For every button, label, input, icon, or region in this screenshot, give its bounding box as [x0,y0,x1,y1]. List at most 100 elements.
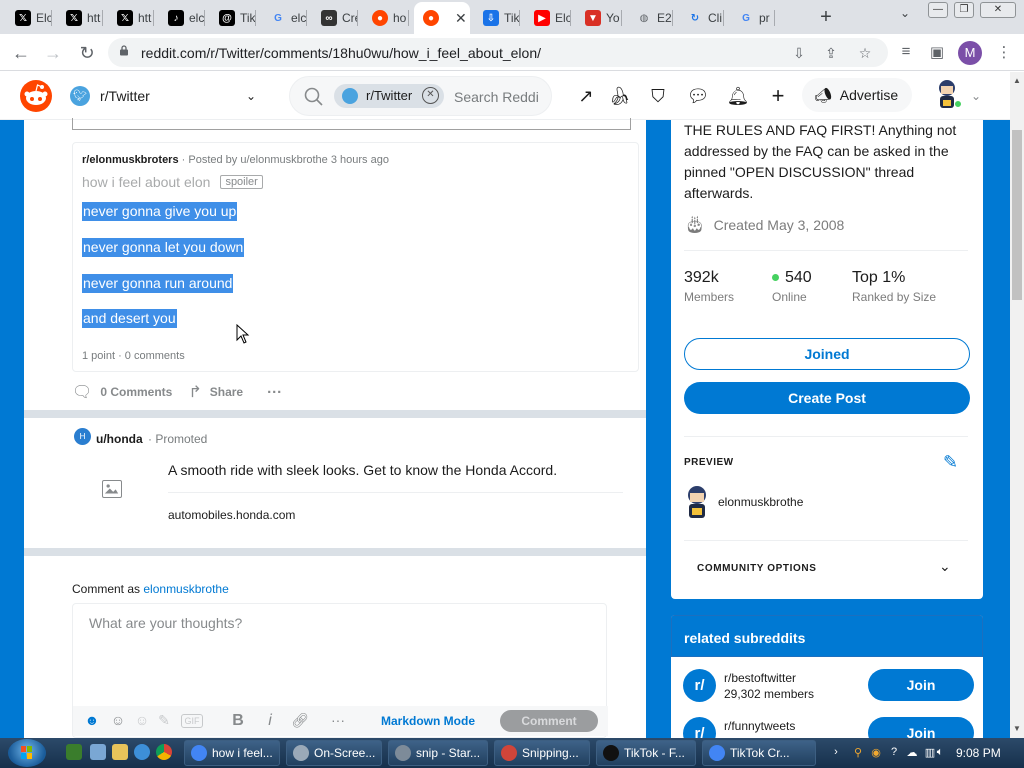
update-icon[interactable]: ◉ [870,746,882,760]
browser-tab[interactable]: ● ho [363,4,409,32]
scrollbar-thumb[interactable] [1012,130,1022,300]
new-tab-button[interactable]: + [816,6,836,28]
taskbar-button[interactable]: TikTok Cr... [702,740,816,766]
chevron-down-icon[interactable]: ⌄ [939,558,951,575]
moderation-shield-icon[interactable]: ⛉ [646,84,670,108]
browser-tab[interactable]: 𝕏htt [57,4,103,32]
create-post-plus-icon[interactable]: + [766,84,790,108]
reddit-search[interactable]: r/Twitter ✕ Search Reddit [289,76,552,116]
italic-icon[interactable]: i [261,712,279,730]
post-subreddit[interactable]: r/elonmuskbroters [82,154,179,166]
joined-button[interactable]: Joined [684,338,970,370]
help-icon[interactable]: ? [888,746,900,760]
taskbar-button[interactable]: how i feel... [184,740,280,766]
more-formatting-icon[interactable]: ··· [329,712,347,730]
preview-username[interactable]: elonmuskbrothe [718,495,803,509]
close-icon[interactable]: ✕ [422,87,439,104]
reload-button[interactable]: ↻ [76,42,98,64]
embedded-post[interactable]: r/elonmuskbroters · Posted by u/elonmusk… [72,142,639,372]
browser-tab[interactable]: ● ✕ [414,2,470,34]
ad-headline[interactable]: A smooth ride with sleek looks. Get to k… [168,462,557,478]
link-icon[interactable]: 🔗︎ [291,712,309,730]
chevron-down-icon[interactable]: ⌄ [964,84,988,108]
gif-icon[interactable]: GIF [181,714,203,728]
onedrive-icon[interactable]: ☁ [906,746,918,760]
start-button[interactable] [8,739,46,767]
search-icon[interactable]: ⚲ [852,746,864,760]
page-scrollbar[interactable]: ▲ ▼ [1010,72,1024,738]
submit-comment-button[interactable]: Comment [500,710,598,732]
gaming-app-icon[interactable] [66,744,82,760]
install-icon[interactable]: ⇩ [790,45,808,61]
related-subreddit-name[interactable]: r/funnytweets [724,719,795,733]
share-button[interactable]: Share [210,385,243,399]
user-avatar[interactable] [934,78,962,110]
comment-editor[interactable]: What are your thoughts? ☻ ☺ ☺ ✎ GIF B i … [72,603,608,738]
close-tab-icon[interactable]: ✕ [455,10,467,27]
internet-explorer-icon[interactable] [134,744,150,760]
browser-tab[interactable]: Gpr [729,4,775,32]
bookmark-star-icon[interactable]: ☆ [856,45,874,61]
bold-icon[interactable]: B [229,712,247,730]
browser-tab[interactable]: ∞ Cre [312,4,358,32]
browser-tab[interactable]: 𝕏htt [108,4,154,32]
ad-user[interactable]: u/honda [96,432,143,446]
back-button[interactable]: ← [10,42,32,64]
browser-tab[interactable]: ⇩ Tik [474,4,520,32]
tray-overflow-icon[interactable]: › [830,746,842,760]
share-icon[interactable]: ⇪ [822,45,840,61]
scroll-down-arrow[interactable]: ▼ [1013,724,1021,733]
file-explorer-icon[interactable] [112,744,128,760]
snoo-icon[interactable]: ✎ [155,712,173,730]
popular-icon[interactable]: ↗ [574,84,598,108]
browser-tab[interactable]: ◍ E2 [627,4,673,32]
more-options-button[interactable]: ··· [267,384,282,401]
related-subreddit-item[interactable]: r/ r/bestoftwitter 29,302 members Join [683,667,974,707]
browser-tab[interactable]: ↻ Cli [678,4,724,32]
sticker-icon[interactable]: ☺ [109,712,127,730]
browser-tab[interactable]: ♪ elc [159,4,205,32]
reaction-icon[interactable]: ☺ [133,712,151,730]
minimize-button[interactable]: — [928,2,948,18]
taskbar-button[interactable]: On-Scree... [286,740,382,766]
comments-button[interactable]: 0 Comments [100,385,172,399]
emoji-icon[interactable]: ☻ [83,712,101,730]
taskbar-clock[interactable]: 9:08 PM [956,746,1001,760]
browser-tab[interactable]: Gelc [261,4,307,32]
side-panel-icon[interactable]: ▣ [927,43,947,63]
advertise-button[interactable]: 📣︎ Advertise [802,78,912,112]
chrome-menu-icon[interactable]: ⋮ [994,43,1014,63]
create-post-button[interactable]: Create Post [684,382,970,414]
community-options-toggle[interactable]: COMMUNITY OPTIONS [697,563,816,574]
tab-search-icon[interactable]: ⌄ [895,6,915,26]
browser-tab[interactable]: @ Tik [210,4,256,32]
edit-pencil-icon[interactable]: ✎ [943,452,958,473]
taskbar-button[interactable]: Snipping... [494,740,590,766]
ad-domain-link[interactable]: automobiles.honda.com [168,508,295,522]
scroll-up-arrow[interactable]: ▲ [1013,76,1021,85]
profile-avatar[interactable]: M [958,41,982,65]
notification-bell-icon[interactable]: 🔔︎ [726,84,750,108]
browser-tab[interactable]: ▼ Yo [576,4,622,32]
chat-icon[interactable]: 💬︎ [686,84,710,108]
search-scope-chip[interactable]: r/Twitter ✕ [334,84,444,108]
taskbar-button[interactable]: snip - Star... [388,740,488,766]
reddit-logo[interactable] [20,80,52,112]
browser-tab[interactable]: ▶ Elc [525,4,571,32]
media-control-icon[interactable]: ≡ [896,43,916,63]
comment-username-link[interactable]: elonmuskbrothe [143,582,228,596]
coins-icon[interactable]: 🍌︎ [608,84,632,108]
post-title[interactable]: how i feel about elon [82,174,210,190]
volume-icon[interactable]: 🔈︎ [934,746,946,760]
markdown-mode-button[interactable]: Markdown Mode [381,714,475,728]
close-window-button[interactable]: ✕ [980,2,1016,18]
maximize-button[interactable]: ❐ [954,2,974,18]
browser-tab[interactable]: 𝕏 Elc [6,4,52,32]
taskbar-button[interactable]: TikTok - F... [596,740,696,766]
forward-button[interactable]: → [42,42,64,64]
chrome-icon[interactable] [156,744,172,760]
show-desktop-icon[interactable] [90,744,106,760]
join-button[interactable]: Join [868,669,974,701]
subreddit-switcher[interactable]: 🐦︎ r/Twitter ⌄ [70,86,256,106]
address-bar[interactable]: reddit.com/r/Twitter/comments/18hu0wu/ho… [108,38,888,67]
